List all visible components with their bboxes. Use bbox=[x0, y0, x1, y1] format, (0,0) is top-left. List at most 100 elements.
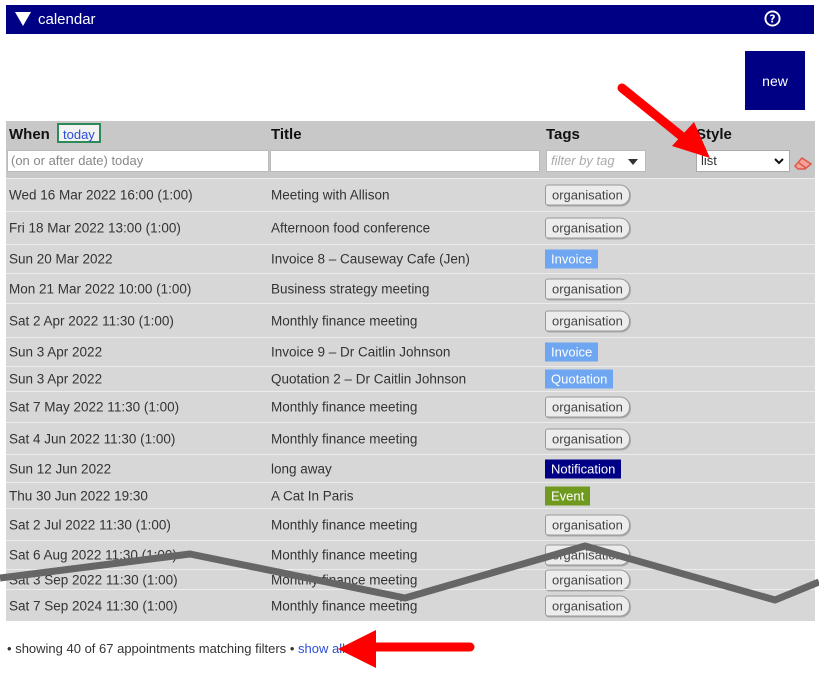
triangle-down-icon[interactable] bbox=[14, 11, 32, 27]
style-select-value: list bbox=[701, 153, 717, 168]
row-when: Sat 6 Aug 2022 11:30 (1:00) bbox=[9, 547, 177, 563]
table-row[interactable]: Sat 4 Jun 2022 11:30 (1:00) Monthly finan… bbox=[6, 422, 815, 454]
row-when: Sun 3 Apr 2022 bbox=[9, 344, 103, 360]
row-tag[interactable]: organisation bbox=[545, 569, 630, 590]
show-all-link[interactable]: show all 67 bbox=[298, 641, 363, 656]
row-when: Sat 7 May 2022 11:30 (1:00) bbox=[9, 399, 180, 415]
table-row[interactable]: Sun 3 Apr 2022 Quotation 2 – Dr Caitlin J… bbox=[6, 366, 815, 391]
new-button[interactable]: new bbox=[745, 51, 805, 110]
today-button[interactable]: today bbox=[57, 123, 101, 143]
row-tag[interactable]: Quotation bbox=[545, 369, 614, 389]
row-tag-cell: organisation bbox=[545, 278, 630, 299]
row-title[interactable]: Monthly finance meeting bbox=[271, 517, 417, 532]
column-style: Style bbox=[696, 126, 732, 143]
row-tag[interactable]: organisation bbox=[545, 544, 630, 566]
footer-bullet-2: • bbox=[289, 641, 295, 656]
table-row[interactable]: Sat 7 Sep 2024 11:30 (1:00) Monthly finan… bbox=[6, 589, 815, 621]
row-tag-cell: organisation bbox=[545, 544, 630, 566]
row-tag-cell: Event bbox=[545, 486, 591, 505]
when-filter-input[interactable]: (on or after date) today bbox=[7, 150, 269, 172]
table-row[interactable]: Fri 18 Mar 2022 13:00 (1:00) Afternoon fo… bbox=[6, 211, 815, 244]
table-row[interactable]: Wed 16 Mar 2022 16:00 (1:00) Meeting with… bbox=[6, 178, 815, 211]
row-title[interactable]: Business strategy meeting bbox=[271, 281, 429, 296]
row-title[interactable]: Invoice 8 – Causeway Cafe (Jen) bbox=[271, 252, 470, 267]
row-tag[interactable]: organisation bbox=[545, 428, 630, 449]
row-tag[interactable]: Invoice bbox=[545, 249, 599, 269]
row-title[interactable]: A Cat In Paris bbox=[271, 488, 354, 503]
row-tag-cell: Invoice bbox=[545, 249, 599, 269]
title-filter-input[interactable] bbox=[270, 150, 540, 172]
row-when: Thu 30 Jun 2022 19:30 bbox=[9, 488, 148, 503]
row-tag-cell: Invoice bbox=[545, 342, 599, 362]
footer-summary-text: showing 40 of 67 appointments matching f… bbox=[15, 641, 287, 656]
row-tag[interactable]: organisation bbox=[545, 278, 630, 299]
footer-bullet: • bbox=[7, 641, 12, 656]
row-title[interactable]: Invoice 9 – Dr Caitlin Johnson bbox=[271, 345, 450, 360]
row-title[interactable]: Monthly finance meeting bbox=[271, 548, 417, 563]
row-when: Sat 7 Sep 2024 11:30 (1:00) bbox=[9, 598, 178, 614]
row-tag[interactable]: Event bbox=[545, 486, 591, 505]
column-tags: Tags bbox=[546, 126, 580, 143]
header-title: calendar bbox=[38, 11, 96, 28]
row-tag-cell: organisation bbox=[545, 184, 630, 206]
table-row[interactable]: Sat 3 Sep 2022 11:30 (1:00) Monthly finan… bbox=[6, 569, 815, 590]
table-row[interactable]: Sat 2 Jul 2022 11:30 (1:00) Monthly finan… bbox=[6, 508, 815, 540]
row-when: Sat 3 Sep 2022 11:30 (1:00) bbox=[9, 572, 178, 587]
row-title[interactable]: Monthly finance meeting bbox=[271, 313, 417, 328]
table-row[interactable]: Sat 2 Apr 2022 11:30 (1:00) Monthly finan… bbox=[6, 303, 815, 337]
row-tag-cell: organisation bbox=[545, 217, 630, 239]
row-tag[interactable]: Notification bbox=[545, 459, 622, 478]
row-when: Sun 20 Mar 2022 bbox=[9, 251, 113, 267]
tag-filter-select[interactable]: filter by tag bbox=[546, 150, 646, 172]
row-title[interactable]: long away bbox=[271, 461, 332, 476]
help-circle-icon[interactable]: ? bbox=[764, 10, 781, 27]
row-tag-cell: Notification bbox=[545, 459, 622, 478]
table-header: When today Title Tags Style (on or after… bbox=[6, 121, 815, 179]
row-when: Sat 2 Jul 2022 11:30 (1:00) bbox=[9, 517, 171, 532]
row-tag-cell: organisation bbox=[545, 595, 630, 617]
table-row[interactable]: Sat 7 May 2022 11:30 (1:00) Monthly finan… bbox=[6, 391, 815, 422]
calendar-header[interactable]: calendar ? bbox=[6, 5, 814, 34]
table-row[interactable]: Sun 3 Apr 2022 Invoice 9 – Dr Caitlin Joh… bbox=[6, 337, 815, 366]
row-title[interactable]: Monthly finance meeting bbox=[271, 400, 417, 415]
table-row[interactable]: Thu 30 Jun 2022 19:30 A Cat In Paris Event bbox=[6, 482, 815, 508]
row-tag[interactable]: organisation bbox=[545, 184, 630, 206]
row-title[interactable]: Monthly finance meeting bbox=[271, 599, 417, 614]
table-row[interactable]: Mon 21 Mar 2022 10:00 (1:00) Business str… bbox=[6, 273, 815, 303]
row-when: Sun 12 Jun 2022 bbox=[9, 461, 112, 476]
row-title[interactable]: Quotation 2 – Dr Caitlin Johnson bbox=[271, 372, 466, 387]
style-select[interactable]: list bbox=[696, 150, 790, 172]
column-when: When bbox=[9, 126, 50, 143]
row-title[interactable]: Monthly finance meeting bbox=[271, 572, 417, 587]
row-when: Fri 18 Mar 2022 13:00 (1:00) bbox=[9, 220, 181, 236]
row-title[interactable]: Afternoon food conference bbox=[271, 221, 430, 236]
row-tag-cell: organisation bbox=[545, 310, 630, 331]
table-row[interactable]: Sat 6 Aug 2022 11:30 (1:00) Monthly finan… bbox=[6, 540, 815, 569]
row-when: Sat 4 Jun 2022 11:30 (1:00) bbox=[9, 431, 176, 446]
row-tag-cell: Quotation bbox=[545, 369, 614, 389]
row-tag[interactable]: organisation bbox=[545, 595, 630, 617]
row-tag[interactable]: organisation bbox=[545, 310, 630, 331]
column-title: Title bbox=[271, 126, 302, 143]
eraser-icon[interactable] bbox=[793, 154, 813, 170]
row-tag[interactable]: organisation bbox=[545, 514, 630, 535]
row-tag[interactable]: organisation bbox=[545, 396, 630, 418]
row-when: Sat 2 Apr 2022 11:30 (1:00) bbox=[9, 313, 174, 328]
svg-text:?: ? bbox=[769, 13, 775, 25]
row-tag-cell: organisation bbox=[545, 428, 630, 449]
chevron-down-icon bbox=[774, 158, 784, 165]
row-when: Wed 16 Mar 2022 16:00 (1:00) bbox=[9, 187, 193, 203]
table-row[interactable]: Sun 20 Mar 2022 Invoice 8 – Causeway Cafe… bbox=[6, 244, 815, 273]
row-tag-cell: organisation bbox=[545, 569, 630, 590]
row-title[interactable]: Meeting with Allison bbox=[271, 188, 390, 203]
tag-filter-placeholder: filter by tag bbox=[551, 153, 615, 168]
caret-down-icon bbox=[628, 159, 638, 165]
table-row[interactable]: Sun 12 Jun 2022 long away Notification bbox=[6, 454, 815, 482]
row-title[interactable]: Monthly finance meeting bbox=[271, 431, 417, 446]
row-tag[interactable]: organisation bbox=[545, 217, 630, 239]
row-when: Sun 3 Apr 2022 bbox=[9, 371, 103, 387]
row-tag[interactable]: Invoice bbox=[545, 342, 599, 362]
appointments-table: When today Title Tags Style (on or after… bbox=[6, 121, 815, 621]
row-when: Mon 21 Mar 2022 10:00 (1:00) bbox=[9, 281, 192, 296]
row-tag-cell: organisation bbox=[545, 396, 630, 418]
